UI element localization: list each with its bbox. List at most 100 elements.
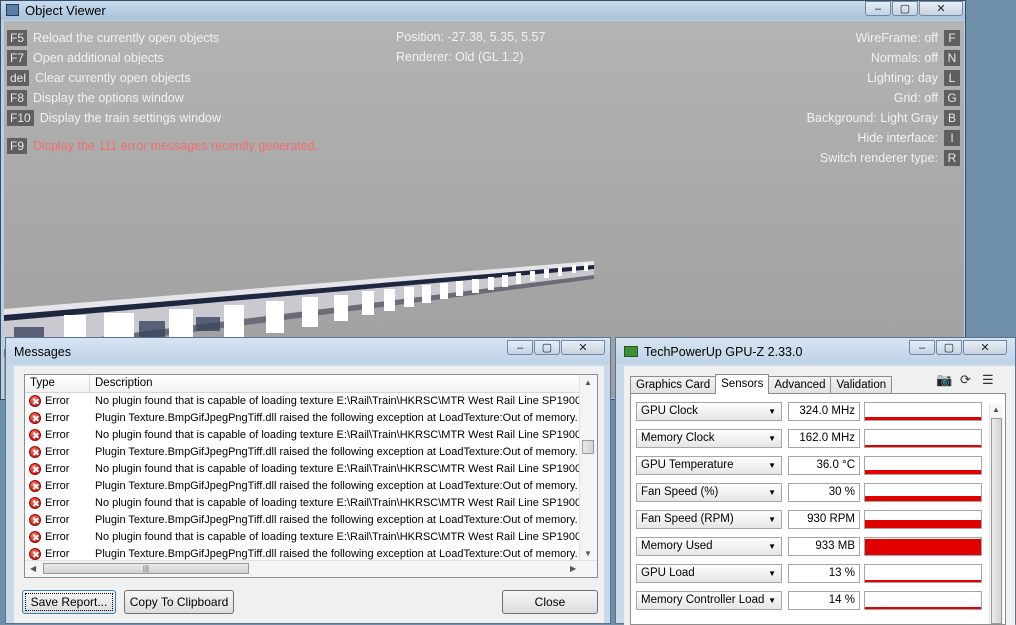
scroll-right-arrow[interactable]: ▶ [570,564,576,573]
sensor-name-dropdown[interactable]: Fan Speed (RPM) ▼ [636,510,782,529]
sensor-graph-fill [865,496,981,501]
sensor-value: 930 RPM [788,510,860,529]
menu-item-open[interactable]: F7 Open additional objects [7,49,164,66]
close-button[interactable]: ✕ [963,340,1007,355]
error-icon [29,446,41,458]
vertical-scrollbar[interactable]: ▲ ▼ [579,375,597,561]
menu-item-errors[interactable]: F9 Display the 111 error messages recent… [7,137,318,154]
menu-item-options[interactable]: F8 Display the options window [7,89,184,106]
option-lighting[interactable]: Lighting: day L [867,69,960,86]
message-row[interactable]: Error No plugin found that is capable of … [25,495,581,512]
gpuz-logo-icon [624,346,638,357]
option-background[interactable]: Background: Light Gray B [807,109,960,126]
message-row[interactable]: Error Plugin Texture.BmpGifJpegPngTiff.dl… [25,478,581,495]
sensor-name-dropdown[interactable]: Memory Used ▼ [636,537,782,556]
key-badge: R [944,149,960,166]
gpuz-window: TechPowerUp GPU-Z 2.33.0 – ▢ ✕ Graphics … [615,337,1016,625]
column-divider[interactable] [89,375,90,392]
tab-advanced[interactable]: Advanced [768,376,832,393]
maximize-button[interactable]: ▢ [936,340,962,355]
minimize-button[interactable]: – [909,340,935,355]
scrollbar-thumb[interactable]: ||| [43,563,249,574]
sensor-graph [864,537,982,556]
option-wireframe[interactable]: WireFrame: off F [856,29,960,46]
window-controls: – ▢ ✕ [908,340,1007,357]
option-label: Hide interface: [857,130,938,145]
key-badge: B [944,109,960,126]
gpuz-titlebar[interactable]: TechPowerUp GPU-Z 2.33.0 – ▢ ✕ [616,338,1015,364]
option-normals[interactable]: Normals: off N [871,49,960,66]
close-button[interactable]: ✕ [919,1,963,16]
minimize-button[interactable]: – [865,1,891,16]
message-description: No plugin found that is capable of loadi… [95,395,581,407]
option-switch-renderer[interactable]: Switch renderer type: R [820,149,960,166]
message-description: No plugin found that is capable of loadi… [95,531,581,543]
sensor-graph-fill [865,607,981,609]
sensor-graph [864,429,982,448]
message-row[interactable]: Error No plugin found that is capable of … [25,427,581,444]
sensor-name-dropdown[interactable]: GPU Clock ▼ [636,402,782,421]
maximize-button[interactable]: ▢ [892,1,918,16]
sensor-graph-fill [865,470,981,474]
menu-icon[interactable]: ☰ [982,372,994,388]
sensor-name-dropdown[interactable]: Memory Controller Load ▼ [636,591,782,610]
menu-item-train-settings[interactable]: F10 Display the train settings window [7,109,221,126]
chevron-down-icon: ▼ [768,515,776,524]
message-description: Plugin Texture.BmpGifJpegPngTiff.dll rai… [95,480,578,492]
scroll-down-arrow[interactable]: ▼ [584,549,592,558]
message-row[interactable]: Error Plugin Texture.BmpGifJpegPngTiff.dl… [25,444,581,461]
sensor-name-dropdown[interactable]: Memory Clock ▼ [636,429,782,448]
close-button[interactable]: ✕ [561,340,605,355]
message-row[interactable]: Error Plugin Texture.BmpGifJpegPngTiff.dl… [25,512,581,529]
sensor-row: GPU Temperature ▼ 36.0 °C [636,456,994,477]
option-grid[interactable]: Grid: off G [894,89,960,106]
message-description: Plugin Texture.BmpGifJpegPngTiff.dll rai… [95,514,578,526]
message-row[interactable]: Error Plugin Texture.BmpGifJpegPngTiff.dl… [25,410,581,427]
error-icon [29,463,41,475]
messages-titlebar[interactable]: Messages – ▢ ✕ [6,338,610,364]
sensor-graph-fill [865,580,981,582]
copy-to-clipboard-button[interactable]: Copy To Clipboard [124,590,234,614]
horizontal-scrollbar[interactable]: ◀ ||| ▶ [25,560,597,577]
maximize-button[interactable]: ▢ [534,340,560,355]
option-label: Lighting: day [867,70,938,85]
error-icon [29,480,41,492]
refresh-icon[interactable]: ⟳ [960,372,971,388]
close-messages-button[interactable]: Close [502,590,598,614]
sensor-value: 36.0 °C [788,456,860,475]
list-header: Type Description [25,375,581,393]
window-title: TechPowerUp GPU-Z 2.33.0 [644,345,803,359]
scroll-left-arrow[interactable]: ◀ [30,564,36,573]
minimize-button[interactable]: – [507,340,533,355]
message-row[interactable]: Error No plugin found that is capable of … [25,393,581,410]
key-badge: F7 [7,49,28,66]
column-header-type[interactable]: Type [30,377,55,389]
object-viewer-titlebar[interactable]: Object Viewer – ▢ ✕ [1,1,965,20]
message-description: Plugin Texture.BmpGifJpegPngTiff.dll rai… [95,446,578,458]
option-hide-interface[interactable]: Hide interface: I [857,129,960,146]
message-description: No plugin found that is capable of loadi… [95,463,581,475]
option-label: WireFrame: off [855,30,938,45]
tab-validation[interactable]: Validation [830,376,893,393]
chevron-down-icon: ▼ [768,434,776,443]
scroll-up-arrow[interactable]: ▲ [584,378,592,387]
column-header-description[interactable]: Description [95,377,153,389]
scrollbar-thumb[interactable] [582,440,594,454]
camera-icon[interactable]: 📷 [936,372,952,388]
save-report-button[interactable]: Save Report... [22,590,116,614]
window-controls: – ▢ ✕ [864,1,963,18]
menu-item-clear[interactable]: del Clear currently open objects [7,69,191,86]
message-row[interactable]: Error No plugin found that is capable of … [25,461,581,478]
menu-item-reload[interactable]: F5 Reload the currently open objects [7,29,219,46]
sensor-value: 14 % [788,591,860,610]
tab-sensors[interactable]: Sensors [715,374,770,394]
sensor-name-dropdown[interactable]: Fan Speed (%) ▼ [636,483,782,502]
key-badge: G [944,89,960,106]
tab-graphics-card[interactable]: Graphics Card [630,376,717,393]
message-row[interactable]: Error No plugin found that is capable of … [25,529,581,546]
message-list[interactable]: Type Description Error No plugin found th… [24,374,598,578]
message-type: Error [45,395,70,407]
sensor-name-dropdown[interactable]: GPU Temperature ▼ [636,456,782,475]
sensor-graph [864,510,982,529]
sensor-name-dropdown[interactable]: GPU Load ▼ [636,564,782,583]
